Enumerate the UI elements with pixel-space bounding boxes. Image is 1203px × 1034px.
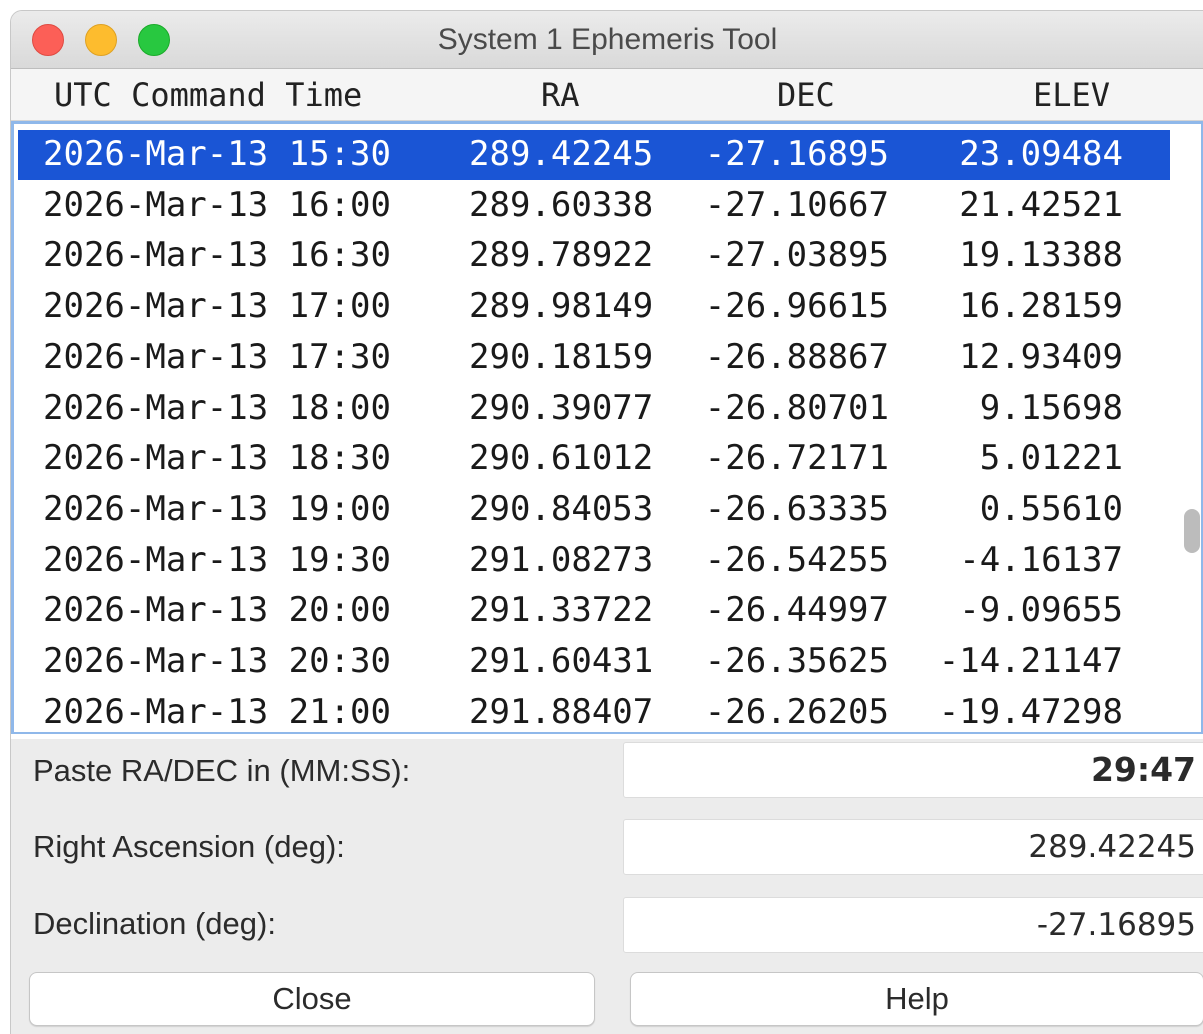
cell-utc-time: 2026-Mar-13 18:30 [43,438,391,479]
cell-elev: 19.13388 [959,235,1123,276]
table-row[interactable]: 2026-Mar-13 19:30 291.08273 -26.54255 -4.16… [18,536,1170,586]
cell-utc-time: 2026-Mar-13 15:30 [43,134,391,174]
cell-elev: -14.21147 [938,641,1123,681]
cell-dec: -27.03895 [704,235,889,276]
cell-ra: 291.60431 [469,641,654,681]
ephemeris-table: UTC Command Time RA DEC ELEV 2026-Mar-13… [11,69,1203,739]
cell-ra: 289.42245 [469,134,654,174]
table-row[interactable]: 2026-Mar-13 21:00 291.88407 -26.26205 -19.4… [18,688,1170,732]
cell-ra: 291.08273 [469,539,654,580]
paste-radec-input[interactable]: 29:47 [623,742,1203,798]
column-header-dec[interactable]: DEC [777,76,835,114]
cell-utc-time: 2026-Mar-13 16:30 [43,235,391,276]
cell-dec: -27.16895 [704,134,889,174]
cell-elev: 21.42521 [959,184,1123,225]
declination-field[interactable]: -27.16895 [623,897,1203,953]
cell-elev: -4.16137 [959,539,1123,580]
cell-elev: 9.15698 [979,387,1123,428]
cell-utc-time: 2026-Mar-13 17:30 [43,336,391,377]
table-row[interactable]: 2026-Mar-13 18:00 290.39077 -26.80701 9.156… [18,384,1170,434]
cell-ra: 290.84053 [469,488,654,529]
table-row[interactable]: 2026-Mar-13 19:00 290.84053 -26.63335 0.556… [18,485,1170,535]
cell-utc-time: 2026-Mar-13 19:30 [43,539,391,580]
cell-elev: 0.55610 [979,488,1123,529]
cell-ra: 290.18159 [469,336,654,377]
cell-ra: 289.98149 [469,286,654,327]
cell-elev: 12.93409 [959,336,1123,377]
help-button[interactable]: Help [630,972,1203,1026]
cell-utc-time: 2026-Mar-13 20:30 [43,641,391,681]
right-ascension-field[interactable]: 289.42245 [623,819,1203,875]
table-row[interactable]: 2026-Mar-13 17:30 290.18159 -26.88867 12.93… [18,333,1170,383]
table-row[interactable]: 2026-Mar-13 20:30 291.60431 -26.35625 -14.2… [18,637,1170,687]
cell-utc-time: 2026-Mar-13 18:00 [43,387,391,428]
cell-utc-time: 2026-Mar-13 16:00 [43,184,391,225]
cell-utc-time: 2026-Mar-13 20:00 [43,590,391,631]
vertical-scrollbar-thumb[interactable] [1184,509,1200,553]
cell-elev: 16.28159 [959,286,1123,327]
cell-ra: 291.33722 [469,590,654,631]
table-row[interactable]: 2026-Mar-13 20:00 291.33722 -26.44997 -9.09… [18,586,1170,636]
cell-dec: -26.72171 [704,438,889,479]
cell-elev: -19.47298 [938,691,1123,732]
paste-radec-label: Paste RA/DEC in (MM:SS): [33,753,411,788]
cell-ra: 289.78922 [469,235,654,276]
cell-dec: -26.88867 [704,336,889,377]
cell-ra: 289.60338 [469,184,654,225]
table-header: UTC Command Time RA DEC ELEV [11,69,1203,121]
table-row[interactable]: 2026-Mar-13 16:30 289.78922 -27.03895 19.13… [18,231,1170,281]
ephemeris-window: System 1 Ephemeris Tool UTC Command Time… [10,10,1203,1034]
column-header-ra[interactable]: RA [541,76,580,114]
cell-utc-time: 2026-Mar-13 21:00 [43,691,391,732]
table-row[interactable]: 2026-Mar-13 15:30 289.42245 -27.16895 23.09… [18,130,1170,180]
cell-ra: 291.88407 [469,691,654,732]
cell-dec: -27.10667 [704,184,889,225]
table-row[interactable]: 2026-Mar-13 18:30 290.61012 -26.72171 5.012… [18,434,1170,484]
cell-utc-time: 2026-Mar-13 19:00 [43,488,391,529]
cell-utc-time: 2026-Mar-13 17:00 [43,286,391,327]
table-body[interactable]: 2026-Mar-13 21:00 291.88407 -26.26205 -19.4… [11,121,1203,734]
title-bar[interactable]: System 1 Ephemeris Tool [11,11,1203,69]
cell-dec: -26.35625 [704,641,889,681]
cell-dec: -26.80701 [704,387,889,428]
cell-elev: 5.01221 [979,438,1123,479]
right-ascension-label: Right Ascension (deg): [33,829,345,864]
cell-dec: -26.26205 [704,691,889,732]
close-button[interactable]: Close [29,972,595,1026]
cell-dec: -26.63335 [704,488,889,529]
declination-label: Declination (deg): [33,906,276,941]
column-header-utc-time[interactable]: UTC Command Time [54,76,362,114]
cell-ra: 290.39077 [469,387,654,428]
cell-elev: -9.09655 [959,590,1123,631]
cell-dec: -26.96615 [704,286,889,327]
table-row[interactable]: 2026-Mar-13 17:00 289.98149 -26.96615 16.28… [18,282,1170,332]
table-row[interactable]: 2026-Mar-13 16:00 289.60338 -27.10667 21.42… [18,181,1170,231]
cell-ra: 290.61012 [469,438,654,479]
cell-dec: -26.54255 [704,539,889,580]
window-title: System 1 Ephemeris Tool [437,23,778,56]
cell-elev: 23.09484 [959,134,1123,174]
cell-dec: -26.44997 [704,590,889,631]
column-header-elev[interactable]: ELEV [1033,76,1110,114]
